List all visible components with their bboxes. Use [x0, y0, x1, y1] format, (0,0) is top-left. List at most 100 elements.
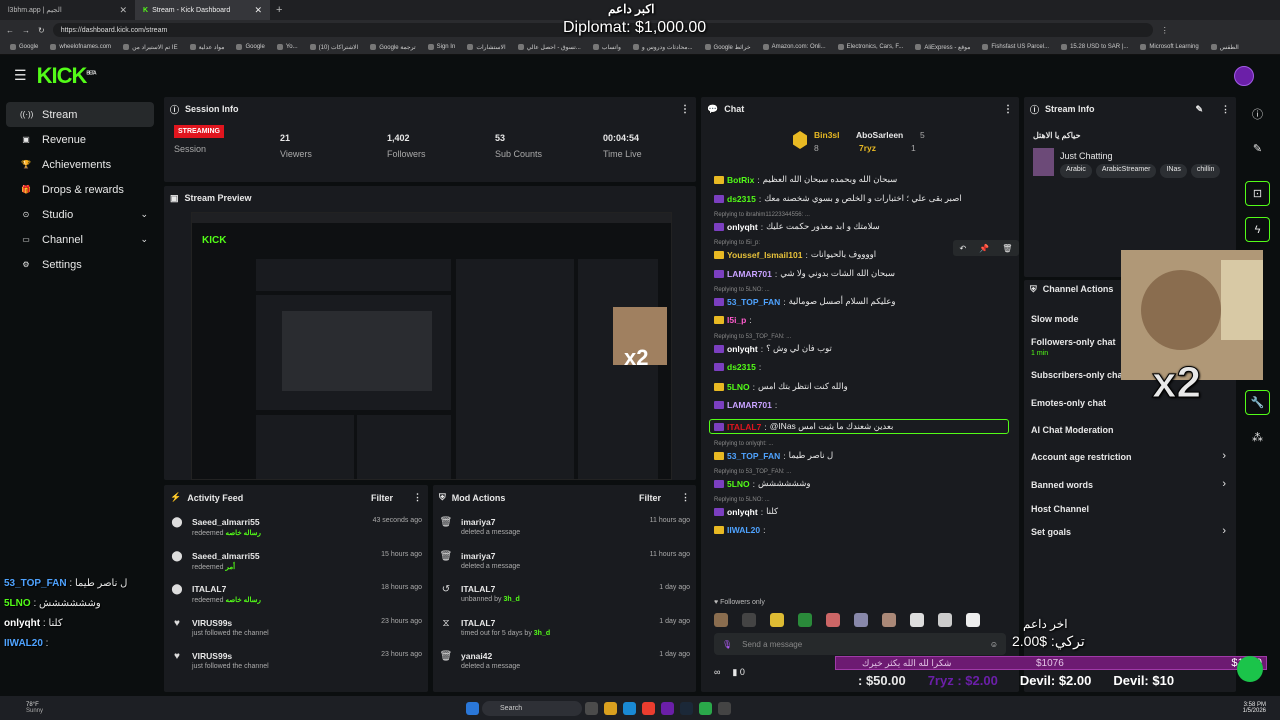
activity-user[interactable]: Saeed_almarri55: [192, 517, 261, 527]
info-icon[interactable]: ⓘ: [1245, 101, 1270, 126]
stream-tag[interactable]: INas: [1160, 164, 1187, 178]
mod-action-row[interactable]: ↺ ITALAL7 unbanned by 3h_d 1 day ago: [439, 580, 690, 613]
channel-action-banned-words[interactable]: Banned words: [1031, 480, 1093, 490]
clock[interactable]: 3:58 PM 1/5/2026: [1243, 702, 1266, 714]
moderator-name[interactable]: 3h_d: [503, 596, 519, 603]
menu-icon[interactable]: ☰: [14, 67, 27, 84]
bookmark-item[interactable]: (10) الاشتراكات: [304, 44, 365, 51]
sidebar-item-settings[interactable]: ⚙ Settings: [6, 252, 154, 277]
edit-icon[interactable]: ✎: [1245, 136, 1270, 161]
emote-icon[interactable]: [770, 613, 784, 627]
bookmark-item[interactable]: مواد عدلية: [184, 44, 231, 51]
chat-username[interactable]: IIWAL20: [727, 525, 760, 535]
chevron-down-icon[interactable]: ⌄: [140, 209, 148, 220]
emote-icon[interactable]: [826, 613, 840, 627]
chat-message[interactable]: ds2315:: [714, 362, 1009, 372]
reply-context[interactable]: Replying to 53_TOP_FAN: ...: [714, 334, 791, 340]
bookmark-item[interactable]: AliExpress - موقع: [909, 44, 976, 51]
bookmark-item[interactable]: Yo...: [271, 44, 304, 50]
reply-context[interactable]: Replying to 5LNO: ...: [714, 287, 770, 293]
delete-icon[interactable]: 🗑: [1002, 244, 1012, 253]
chat-username[interactable]: ds2315: [727, 194, 756, 204]
chat-message[interactable]: 5LNO: وشششششش: [714, 478, 1009, 489]
bookmark-item[interactable]: Google خرائط: [699, 44, 757, 51]
mod-action-row[interactable]: ⧖ ITALAL7 timed out for 5 days by 3h_d 1 da…: [439, 614, 690, 647]
reply-context[interactable]: Replying to l5i_p:: [714, 240, 760, 246]
channel-action-account-age-restriction[interactable]: Account age restriction: [1031, 452, 1132, 462]
chat-username[interactable]: onlyqht: [727, 507, 758, 517]
chat-username[interactable]: l5i_p: [727, 315, 746, 325]
new-tab-button[interactable]: +: [270, 4, 288, 16]
chat-username[interactable]: 53_TOP_FAN: [727, 451, 780, 461]
sidebar-item-achievements[interactable]: 🏆 Achievements: [6, 152, 154, 177]
chevron-right-icon[interactable]: ›: [1222, 478, 1226, 490]
app-icon[interactable]: [661, 701, 675, 715]
channel-action-subscribers-only-chat[interactable]: Subscribers-only chat: [1031, 370, 1126, 380]
chat-username[interactable]: 53_TOP_FAN: [727, 297, 780, 307]
app-icon[interactable]: [699, 701, 713, 715]
mod-action-row[interactable]: 🗑 imariya7 deleted a message 11 hours ago: [439, 513, 690, 546]
activity-user[interactable]: VIRUS99s: [192, 651, 269, 661]
infinity-icon[interactable]: ∞: [714, 667, 720, 678]
back-icon[interactable]: ←: [6, 26, 14, 35]
bookmark-item[interactable]: Fishsfast US Parcel...: [976, 44, 1055, 50]
category-name[interactable]: Just Chatting: [1060, 151, 1113, 161]
chat-message[interactable]: onlyqht: سلامتك و ابد معذور حكمت عليك: [714, 221, 1009, 232]
chat-message[interactable]: 53_TOP_FAN: وعليكم السلام أصسل صومالية: [714, 296, 1009, 307]
more-icon[interactable]: ⋮: [681, 492, 690, 503]
bookmark-item[interactable]: الاستشارات: [461, 44, 511, 51]
chat-username[interactable]: 5LNO: [727, 382, 750, 392]
channel-action-slow-mode[interactable]: Slow mode: [1031, 314, 1079, 324]
sidebar-item-revenue[interactable]: ▣ Revenue: [6, 127, 154, 152]
bookmark-item[interactable]: الطقس: [1205, 44, 1245, 51]
bolt-icon[interactable]: ϟ: [1245, 217, 1270, 242]
chat-message[interactable]: IIWAL20:: [714, 525, 1009, 535]
pin-icon[interactable]: 📌: [979, 244, 989, 253]
activity-user[interactable]: ITALAL7: [192, 584, 261, 594]
sidebar-item-studio[interactable]: ⊙ Studio ⌄: [6, 202, 154, 227]
chevron-right-icon[interactable]: ›: [1222, 450, 1226, 462]
forward-icon[interactable]: →: [22, 26, 30, 35]
activity-row[interactable]: ♥ VIRUS99s just followed the channel 23 ho…: [170, 647, 422, 680]
emote-icon[interactable]: [910, 613, 924, 627]
chat-username[interactable]: Youssef_Ismail101: [727, 250, 802, 260]
mod-target-user[interactable]: imariya7: [461, 551, 520, 561]
bookmark-item[interactable]: wheelofnames.com: [44, 44, 117, 50]
browser-tab-1[interactable]: l3bhm.app | الجيم ✕: [0, 0, 135, 20]
channel-action-emotes-only-chat[interactable]: Emotes-only chat: [1031, 398, 1106, 408]
brave-icon[interactable]: [642, 701, 656, 715]
wrench-icon[interactable]: 🔧: [1245, 390, 1270, 415]
mod-target-user[interactable]: imariya7: [461, 517, 520, 527]
stream-tag[interactable]: chillin: [1190, 164, 1221, 178]
reply-context[interactable]: Replying to ibrahim11223344556: ...: [714, 212, 810, 218]
sidebar-item-drops-rewards[interactable]: 🎁 Drops & rewards: [6, 177, 154, 202]
reply-context[interactable]: Replying to onlyqht: ...: [714, 441, 773, 447]
emote-icon[interactable]: [714, 613, 728, 627]
nodes-icon[interactable]: ⁂: [1245, 425, 1270, 450]
chat-message[interactable]: ds2315: اصبر بقى علي ؛ اختبارات و الخلص و…: [714, 193, 1009, 204]
mod-target-user[interactable]: ITALAL7: [461, 584, 520, 594]
explorer-icon[interactable]: [604, 701, 618, 715]
channel-action-ai-chat-moderation[interactable]: AI Chat Moderation: [1031, 425, 1114, 435]
sidebar-item-channel[interactable]: ▭ Channel ⌄: [6, 227, 154, 252]
activity-row[interactable]: ♥ VIRUS99s just followed the channel 23 ho…: [170, 614, 422, 647]
chat-message[interactable]: l5i_p:: [714, 315, 1009, 325]
chat-username[interactable]: 5LNO: [727, 479, 750, 489]
browser-tab-2[interactable]: K Stream - Kick Dashboard ✕: [135, 0, 270, 20]
camera-icon[interactable]: ⊡: [1245, 181, 1270, 206]
emoji-icon[interactable]: ☺: [990, 640, 998, 649]
filter-button[interactable]: Filter: [371, 493, 393, 503]
mic-icon[interactable]: 🎙: [722, 640, 732, 649]
bookmark-item[interactable]: تم الاستيراد من IE: [117, 44, 184, 51]
bookmark-item[interactable]: Google: [4, 44, 44, 50]
extensions-icon[interactable]: ⋮: [1161, 26, 1169, 35]
chat-username[interactable]: ITALAL7: [727, 422, 761, 432]
task-view-icon[interactable]: [585, 701, 599, 715]
chat-message[interactable]: 53_TOP_FAN: ل ناصر طيما: [714, 450, 1009, 461]
mod-action-row[interactable]: 🗑 imariya7 deleted a message 11 hours ago: [439, 547, 690, 580]
chat-input[interactable]: 🎙 Send a message ☺: [714, 633, 1006, 655]
emote-icon[interactable]: [798, 613, 812, 627]
weather-widget[interactable]: 78°F Sunny: [26, 702, 43, 714]
chat-username[interactable]: LAMAR701: [727, 269, 772, 279]
more-icon[interactable]: ⋮: [1003, 104, 1013, 115]
